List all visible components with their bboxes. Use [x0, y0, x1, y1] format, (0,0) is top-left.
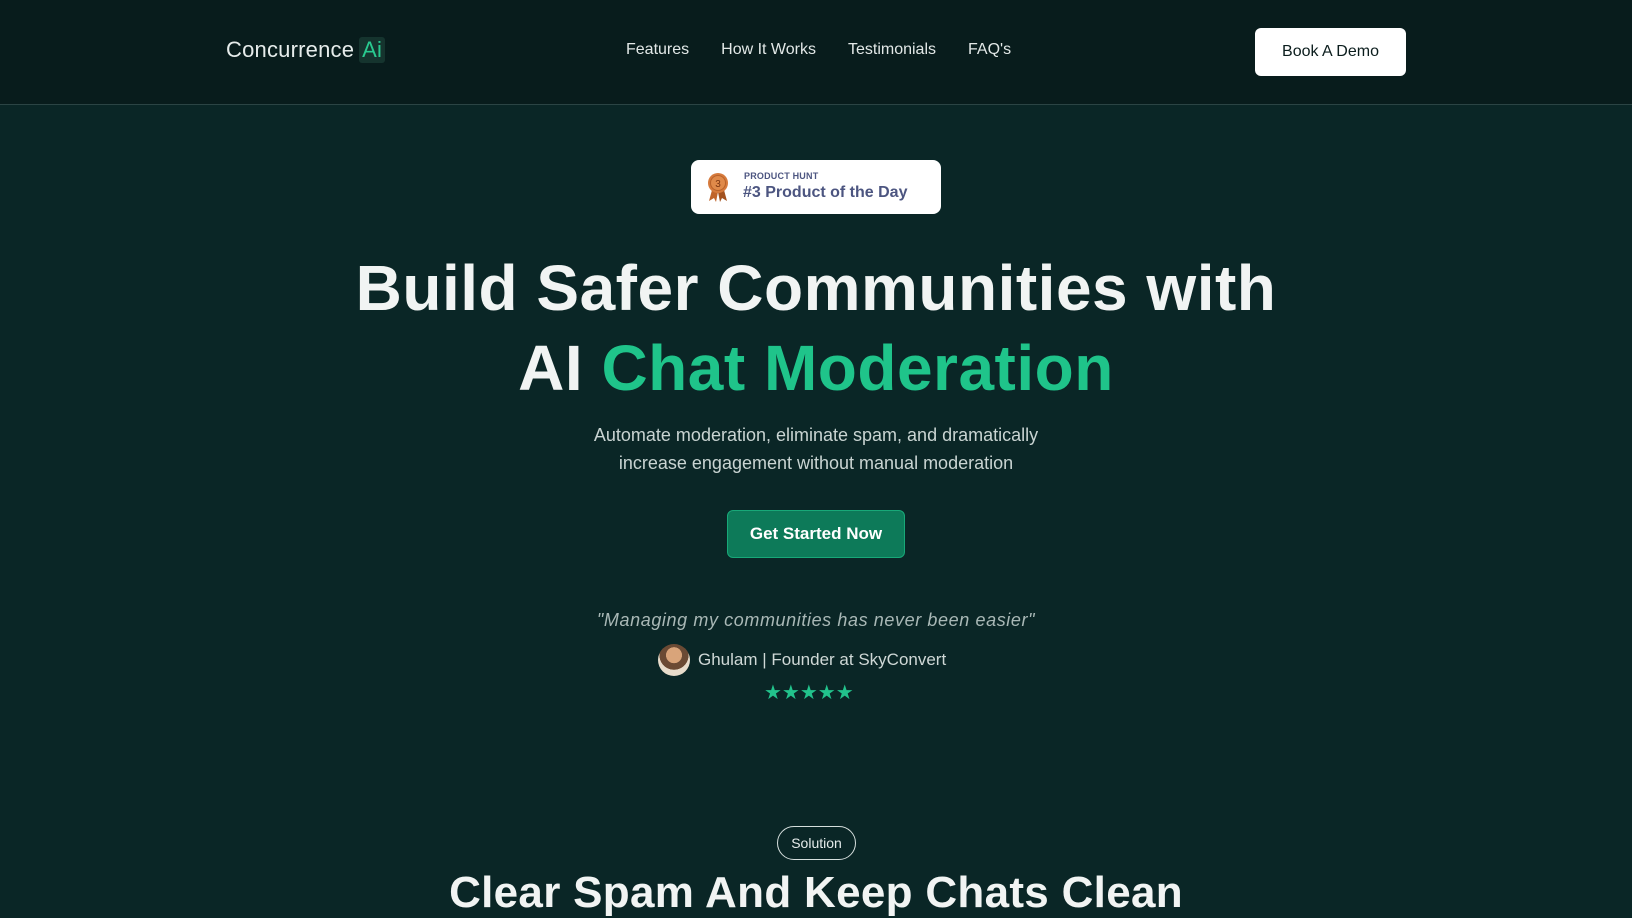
logo-text: Concurrence	[226, 37, 355, 62]
solution-title: Clear Spam And Keep Chats Clean	[449, 868, 1183, 917]
hero-title-prefix: AI	[518, 332, 584, 404]
product-hunt-badge[interactable]: 3 PRODUCT HUNT #3 Product of the Day	[691, 160, 941, 214]
hero-subtitle-line1: Automate moderation, eliminate spam, and…	[593, 425, 1039, 445]
badge-source: PRODUCT HUNT	[744, 171, 819, 181]
nav-link-features[interactable]: Features	[626, 41, 689, 59]
testimonial-author: Ghulam | Founder at SkyConvert	[658, 644, 946, 676]
hero-title-line2: AI Chat Moderation	[0, 328, 1632, 408]
get-started-button[interactable]: Get Started Now	[727, 510, 905, 558]
badge-title: #3 Product of the Day	[743, 184, 908, 201]
medal-icon: 3	[708, 173, 728, 202]
solution-pill: Solution	[777, 826, 856, 860]
book-demo-button[interactable]: Book A Demo	[1255, 28, 1406, 76]
hero-subtitle-line2: increase engagement without manual moder…	[618, 453, 1014, 473]
nav-links: Features How It Works Testimonials FAQ's	[626, 41, 1011, 59]
hero-title-accent: Chat Moderation	[601, 332, 1114, 404]
testimonial-author-name: Ghulam | Founder at SkyConvert	[698, 650, 947, 669]
nav-link-faqs[interactable]: FAQ's	[968, 41, 1011, 59]
logo-accent: Ai	[359, 37, 386, 63]
hero-title-line1: Build Safer Communities with	[355, 252, 1277, 324]
testimonial-quote: "Managing my communities has never been …	[596, 610, 1036, 630]
nav-link-how-it-works[interactable]: How It Works	[721, 41, 816, 59]
top-nav: Concurrence Ai Features How It Works Tes…	[0, 0, 1632, 105]
avatar	[658, 644, 690, 676]
logo[interactable]: Concurrence Ai	[226, 37, 386, 63]
star-rating: ★★★★★	[764, 682, 854, 704]
medal-rank: 3	[715, 179, 721, 190]
hero-subtitle: Automate moderation, eliminate spam, and…	[0, 421, 1632, 477]
nav-link-testimonials[interactable]: Testimonials	[848, 41, 936, 59]
hero-title: Build Safer Communities with AI Chat Mod…	[0, 248, 1632, 408]
